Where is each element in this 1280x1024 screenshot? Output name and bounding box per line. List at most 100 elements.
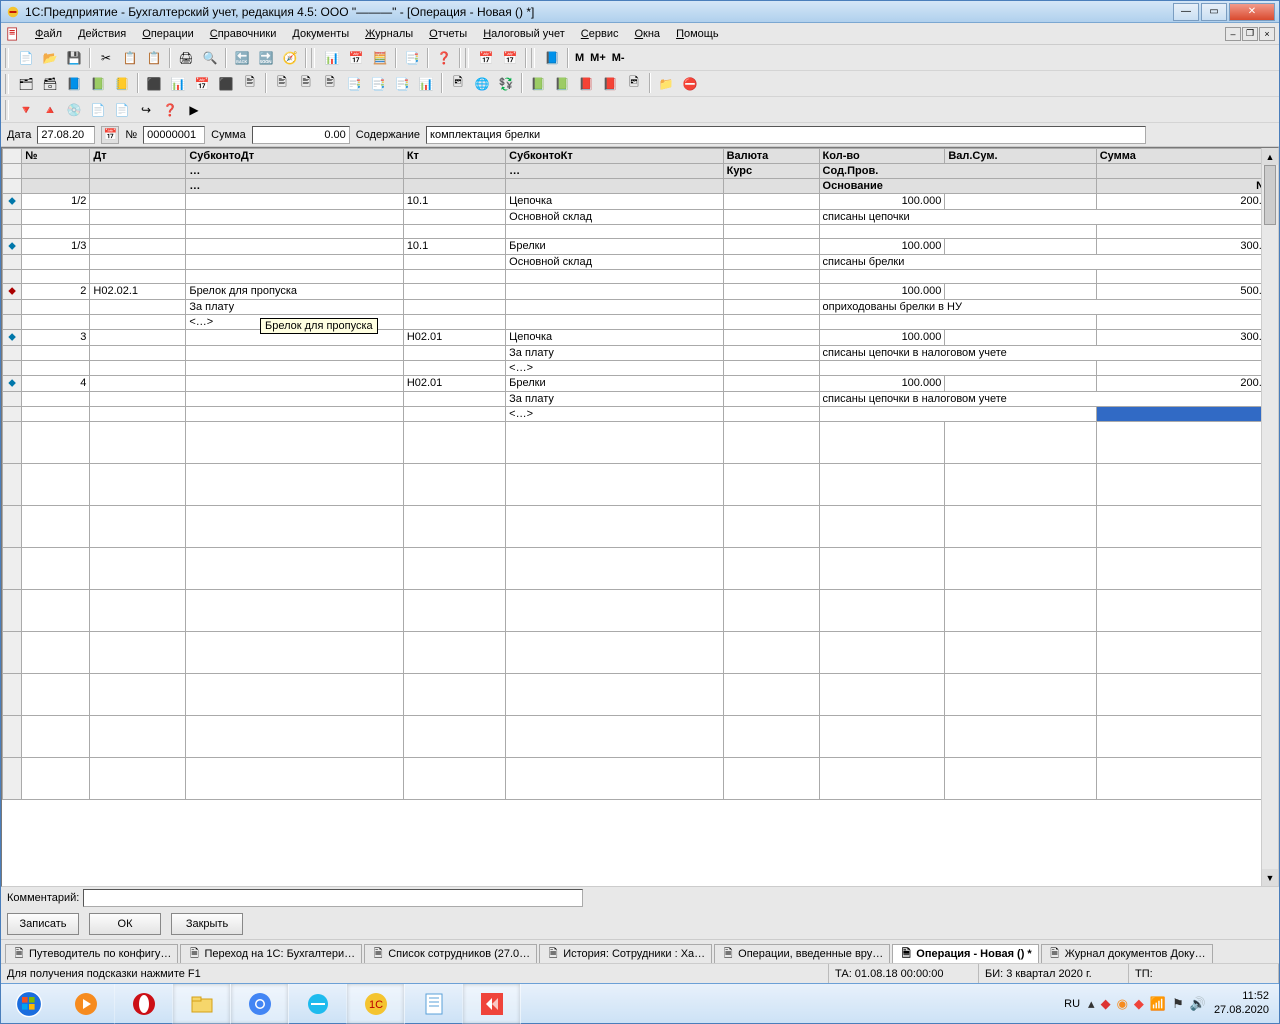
toolbar2-btn-9[interactable]: 🖹 (239, 73, 261, 95)
toolbar-grip[interactable] (5, 48, 9, 68)
menu-windows[interactable]: Окна (626, 26, 668, 42)
toolbar-preview-icon[interactable]: 🔍 (199, 47, 221, 69)
col-osn[interactable]: Основание (819, 179, 1096, 194)
toolbar-open-icon[interactable]: 📂 (39, 47, 61, 69)
menu-actions[interactable]: Действия (70, 26, 134, 42)
toolbar-m-button[interactable]: М (573, 52, 586, 64)
toolbar3-btn-7[interactable]: ▶ (183, 99, 205, 121)
mdi-restore-button[interactable]: ❐ (1242, 27, 1258, 41)
window-maximize-button[interactable]: ▭ (1201, 3, 1227, 21)
toolbar3-btn-5[interactable]: ↪ (135, 99, 157, 121)
col-summa[interactable]: Сумма (1096, 149, 1277, 164)
toolbar-journal-icon[interactable]: 📘 (541, 47, 563, 69)
tray-shield-icon[interactable]: ◆ (1101, 996, 1111, 1012)
task-ie-icon[interactable] (289, 984, 347, 1024)
toolbar-redo-icon[interactable]: 🔜 (255, 47, 277, 69)
content-input[interactable] (426, 126, 1146, 144)
toolbar2-btn-4[interactable]: 📒 (111, 73, 133, 95)
toolbar-find-icon[interactable]: 🧭 (279, 47, 301, 69)
toolbar-mplus-button[interactable]: М+ (588, 52, 608, 64)
toolbar2-btn-18[interactable]: 🌐 (471, 73, 493, 95)
start-button[interactable] (1, 984, 57, 1024)
col-num[interactable]: № (22, 149, 90, 164)
col-subdt[interactable]: СубконтоДт (186, 149, 403, 164)
task-media-icon[interactable] (57, 984, 115, 1024)
task-chrome-icon[interactable] (231, 984, 289, 1024)
toolbar-cut-icon[interactable]: ✂ (95, 47, 117, 69)
toolbar3-btn-3[interactable]: 📄 (87, 99, 109, 121)
window-tab[interactable]: 🗎Операция - Новая () * (892, 944, 1038, 963)
toolbar2-btn-0[interactable]: 🗂 (15, 73, 37, 95)
col-val[interactable]: Валюта (723, 149, 819, 164)
toolbar2-btn-2[interactable]: 📘 (63, 73, 85, 95)
tray-volume-icon[interactable]: 🔊 (1190, 996, 1206, 1012)
comment-input[interactable] (83, 889, 583, 907)
window-tab[interactable]: 🗎Список сотрудников (27.0… (364, 944, 537, 963)
toolbar-calc-icon[interactable]: 🧮 (369, 47, 391, 69)
col-sodprov[interactable]: Сод.Пров. (819, 164, 1096, 179)
toolbar-grip[interactable] (311, 48, 315, 68)
toolbar-new-icon[interactable]: 📄 (15, 47, 37, 69)
col-subkt[interactable]: СубконтоКт (506, 149, 723, 164)
scroll-thumb[interactable] (1264, 165, 1276, 225)
toolbar-mminus-button[interactable]: М- (610, 52, 627, 64)
toolbar2-btn-6[interactable]: 📊 (167, 73, 189, 95)
menu-help[interactable]: Помощь (668, 26, 727, 42)
toolbar3-btn-6[interactable]: ❓ (159, 99, 181, 121)
toolbar2-btn-22[interactable]: 📕 (575, 73, 597, 95)
date-picker-button[interactable]: 📅 (101, 126, 119, 144)
col-kt[interactable]: Кт (403, 149, 505, 164)
write-button[interactable]: Записать (7, 913, 79, 935)
window-tab[interactable]: 🗎Путеводитель по конфигу… (5, 944, 178, 963)
toolbar2-btn-5[interactable]: ⬛ (143, 73, 165, 95)
toolbar-calendar-icon[interactable]: 📅 (345, 47, 367, 69)
toolbar2-btn-17[interactable]: 🖻 (447, 73, 469, 95)
mdi-close-button[interactable]: × (1259, 27, 1275, 41)
col-dt[interactable]: Дт (90, 149, 186, 164)
menu-service[interactable]: Сервис (573, 26, 627, 42)
toolbar-grip[interactable] (465, 48, 469, 68)
tray-flag-icon[interactable]: ⚑ (1172, 996, 1184, 1012)
toolbar2-btn-21[interactable]: 📗 (551, 73, 573, 95)
num-input[interactable] (143, 126, 205, 144)
date-input[interactable] (37, 126, 95, 144)
col-nzh[interactable]: NЖ (1096, 179, 1277, 194)
close-button[interactable]: Закрыть (171, 913, 243, 935)
task-explorer-icon[interactable] (173, 984, 231, 1024)
ok-button[interactable]: ОК (89, 913, 161, 935)
toolbar2-btn-25[interactable]: 📁 (655, 73, 677, 95)
toolbar2-btn-19[interactable]: 💱 (495, 73, 517, 95)
toolbar-docs-icon[interactable]: 📑 (401, 47, 423, 69)
toolbar-period2-icon[interactable]: 📅 (499, 47, 521, 69)
toolbar3-btn-4[interactable]: 📄 (111, 99, 133, 121)
toolbar-paste-icon[interactable]: 📋 (143, 47, 165, 69)
entries-grid[interactable]: № Дт СубконтоДт Кт СубконтоКт Валюта Кол… (1, 147, 1279, 887)
toolbar-grip[interactable] (531, 48, 535, 68)
tray-clock[interactable]: 11:52 27.08.2020 (1214, 990, 1269, 1016)
toolbar2-btn-20[interactable]: 📗 (527, 73, 549, 95)
window-minimize-button[interactable]: — (1173, 3, 1199, 21)
task-anydesk-icon[interactable] (463, 984, 521, 1024)
toolbar-print-icon[interactable]: 🖨 (175, 47, 197, 69)
tray-lang[interactable]: RU (1064, 998, 1080, 1010)
toolbar-grip[interactable] (5, 74, 9, 94)
col-kolvo[interactable]: Кол-во (819, 149, 945, 164)
toolbar2-btn-1[interactable]: 🗃 (39, 73, 61, 95)
toolbar-chart-icon[interactable]: 📊 (321, 47, 343, 69)
toolbar2-btn-10[interactable]: 🖹 (271, 73, 293, 95)
tray-network-icon[interactable]: 📶 (1150, 996, 1166, 1012)
scroll-up-icon[interactable]: ▲ (1262, 148, 1278, 165)
menu-tax[interactable]: Налоговый учет (475, 26, 573, 42)
window-tab[interactable]: 🗎Журнал документов Доку… (1041, 944, 1213, 963)
toolbar-save-icon[interactable]: 💾 (63, 47, 85, 69)
window-tab[interactable]: 🗎Операции, введенные вру… (714, 944, 890, 963)
tray-player-icon[interactable]: ◉ (1117, 996, 1128, 1012)
scroll-down-icon[interactable]: ▼ (1262, 869, 1278, 886)
toolbar3-btn-2[interactable]: 💿 (63, 99, 85, 121)
toolbar2-btn-24[interactable]: 🖻 (623, 73, 645, 95)
task-opera-icon[interactable] (115, 984, 173, 1024)
menu-documents[interactable]: Документы (284, 26, 357, 42)
toolbar-undo-icon[interactable]: 🔙 (231, 47, 253, 69)
sum-input[interactable] (252, 126, 350, 144)
mdi-minimize-button[interactable]: – (1225, 27, 1241, 41)
